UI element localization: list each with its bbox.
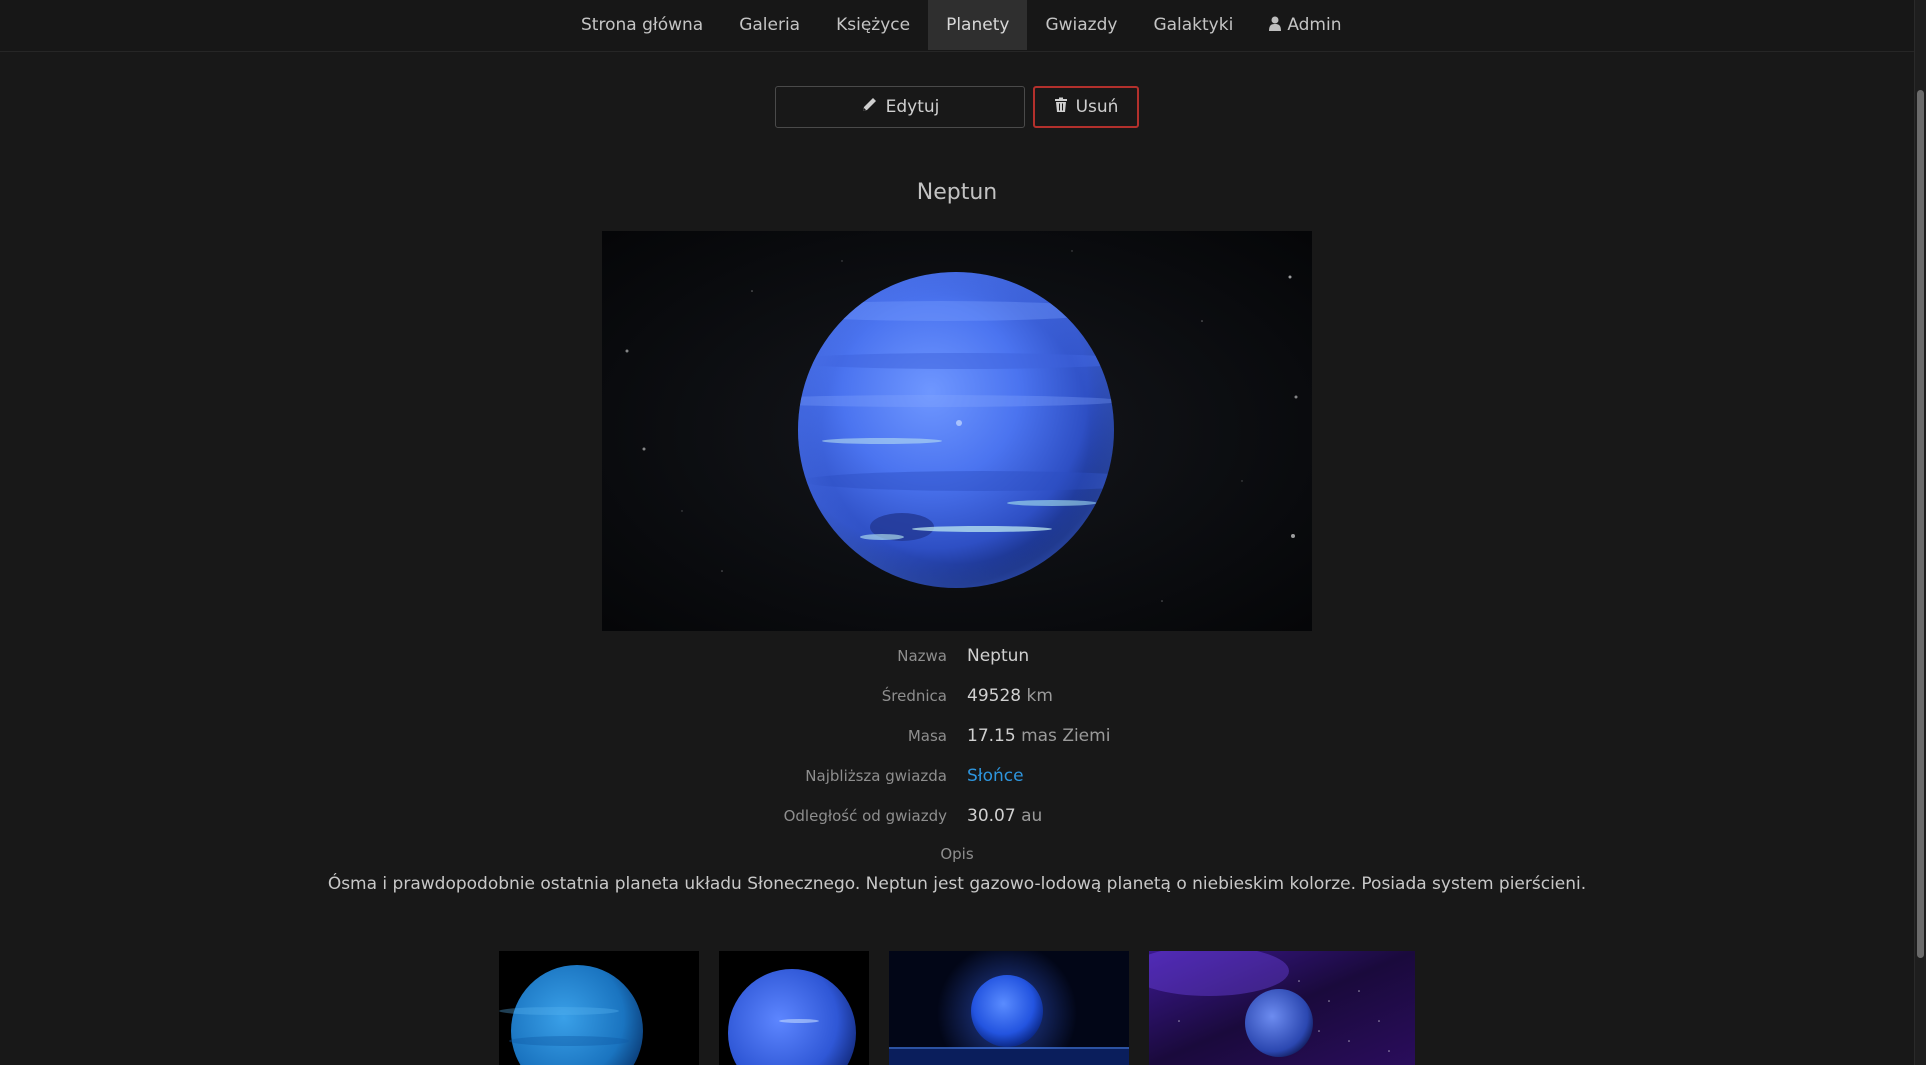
delete-button-label: Usuń [1075, 97, 1119, 117]
nav-item-planets[interactable]: Planety [928, 0, 1028, 50]
diameter-value: 49528 [967, 686, 1022, 706]
edit-button[interactable]: Edytuj [775, 86, 1025, 128]
mass-unit: mas Ziemi [1021, 726, 1111, 746]
mass-value-group: 17.15 mas Ziemi [967, 724, 1110, 748]
star-link[interactable]: Słońce [967, 764, 1024, 788]
gallery-thumbnail[interactable] [719, 951, 869, 1065]
distance-value: 30.07 [967, 806, 1016, 826]
detail-row-distance: Odległość od gwiazdy 30.07 au [0, 804, 1914, 844]
name-label: Nazwa [897, 647, 947, 665]
planet-image [602, 231, 1312, 631]
nav-item-home[interactable]: Strona główna [563, 0, 721, 50]
admin-label: Admin [1287, 15, 1342, 35]
navbar: Strona główna Galeria Księżyce Planety G… [0, 0, 1914, 52]
mass-value: 17.15 [967, 726, 1016, 746]
detail-row-diameter: Średnica 49528 km [0, 684, 1914, 724]
star-label: Najbliższa gwiazda [805, 767, 947, 785]
nav-item-admin[interactable]: Admin [1251, 0, 1359, 50]
planet-details: Nazwa Neptun Średnica 49528 km Masa 17.1… [0, 644, 1914, 844]
gallery-thumbnail[interactable] [889, 951, 1129, 1065]
distance-unit: au [1021, 806, 1043, 826]
mass-label: Masa [907, 727, 947, 745]
detail-row-mass: Masa 17.15 mas Ziemi [0, 724, 1914, 764]
gallery-thumbnails [0, 951, 1914, 1065]
diameter-label: Średnica [881, 687, 947, 705]
diameter-value-group: 49528 km [967, 684, 1053, 708]
detail-row-star: Najbliższa gwiazda Słońce [0, 764, 1914, 804]
description-label: Opis [940, 845, 974, 863]
nav-item-galaxies[interactable]: Galaktyki [1135, 0, 1251, 50]
trash-icon [1054, 97, 1068, 118]
page-title: Neptun [916, 180, 998, 205]
scrollbar-thumb[interactable] [1917, 90, 1924, 958]
nav-item-moons[interactable]: Księżyce [818, 0, 928, 50]
user-icon [1269, 1, 1282, 51]
delete-button[interactable]: Usuń [1033, 86, 1139, 128]
nav-item-stars[interactable]: Gwiazdy [1027, 0, 1135, 50]
gallery-thumbnail[interactable] [499, 951, 699, 1065]
edit-button-label: Edytuj [885, 97, 940, 117]
distance-value-group: 30.07 au [967, 804, 1042, 828]
name-value: Neptun [967, 646, 1030, 666]
diameter-unit: km [1026, 686, 1053, 706]
nav-menu: Strona główna Galeria Księżyce Planety G… [563, 0, 1360, 50]
distance-label: Odległość od gwiazdy [783, 807, 947, 825]
nav-item-gallery[interactable]: Galeria [721, 0, 818, 50]
description-text: Ósma i prawdopodobnie ostatnia planeta u… [327, 874, 1587, 894]
gallery-thumbnail[interactable] [1149, 951, 1415, 1065]
page-scrollbar[interactable] [1914, 0, 1926, 1065]
page: Strona główna Galeria Księżyce Planety G… [0, 0, 1926, 1065]
pencil-icon [861, 96, 878, 118]
detail-row-name: Nazwa Neptun [0, 644, 1914, 684]
